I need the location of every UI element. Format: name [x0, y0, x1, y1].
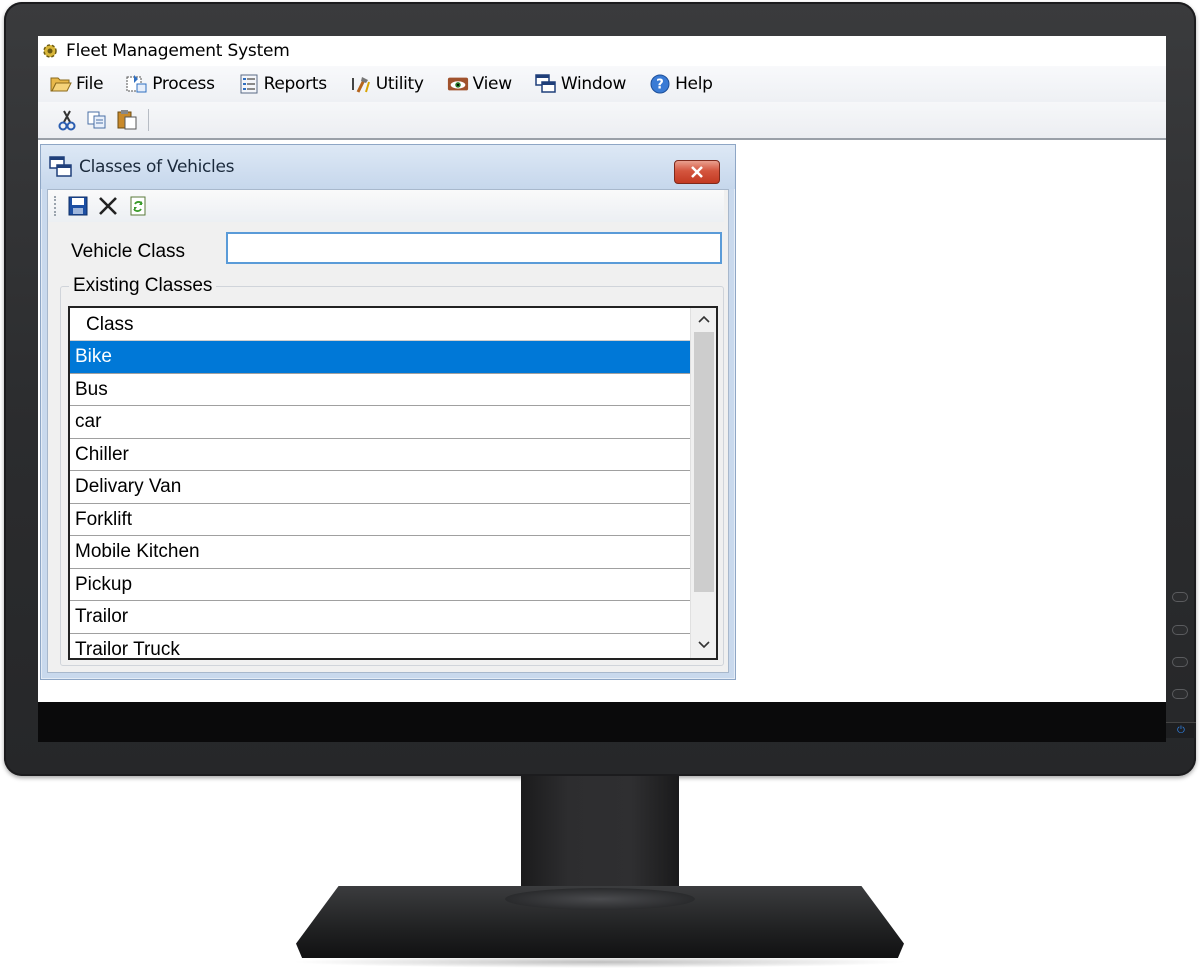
table-row[interactable]: Pickup [70, 569, 690, 601]
column-header-class[interactable]: Class [70, 308, 690, 341]
table-row[interactable]: Chiller [70, 439, 690, 471]
grid-rows: Bike Bus car Chiller Delivary Van Forkli… [70, 341, 690, 659]
scroll-thumb[interactable] [694, 332, 714, 592]
app-gear-icon [41, 42, 59, 60]
refresh-icon[interactable] [123, 193, 153, 219]
toolbar-grip [54, 196, 57, 216]
window-icon [49, 155, 73, 179]
table-row[interactable]: Bike [70, 341, 690, 374]
menu-process[interactable]: Process [126, 69, 215, 99]
vehicle-class-input[interactable] [226, 232, 722, 264]
menu-window[interactable]: Window [535, 69, 626, 99]
table-row[interactable]: Bus [70, 374, 690, 406]
save-icon[interactable] [63, 193, 93, 219]
help-icon: ? [649, 74, 671, 94]
app-title: Fleet Management System [66, 41, 290, 61]
monitor-stand-joint [505, 888, 695, 910]
app-titlebar: Fleet Management System [38, 36, 1166, 66]
menu-reports[interactable]: Reports [238, 69, 327, 99]
reports-icon [238, 74, 260, 94]
paste-icon[interactable] [112, 106, 142, 134]
classes-grid: Class Bike Bus car Chiller Delivary Van … [68, 306, 718, 660]
close-button[interactable] [674, 160, 720, 184]
scroll-up-icon[interactable] [691, 308, 716, 330]
monitor-button [1172, 689, 1188, 699]
vertical-scrollbar[interactable] [690, 308, 716, 658]
toolbar-separator [148, 109, 149, 131]
table-row[interactable]: Trailor [70, 601, 690, 634]
svg-text:?: ? [656, 78, 664, 93]
child-window-titlebar[interactable]: Classes of Vehicles [41, 145, 735, 189]
process-icon [126, 74, 148, 94]
view-eye-icon [447, 74, 469, 94]
menu-help[interactable]: ? Help [649, 69, 713, 99]
main-toolbar [38, 102, 1166, 140]
table-row[interactable]: Trailor Truck [70, 634, 690, 659]
monitor-button [1172, 657, 1188, 667]
screen: Fleet Management System File Process Rep… [38, 36, 1166, 702]
child-window-title: Classes of Vehicles [79, 157, 235, 177]
menu-utility[interactable]: Utility [350, 69, 424, 99]
cut-icon[interactable] [52, 106, 82, 134]
child-window-body: Vehicle Class Existing Classes Class Bik… [47, 189, 729, 673]
table-row[interactable]: Forklift [70, 504, 690, 536]
classes-of-vehicles-window: Classes of Vehicles Vehicle Class Existi… [40, 144, 736, 680]
monitor-button [1172, 625, 1188, 635]
delete-icon[interactable] [93, 193, 123, 219]
monitor-button [1172, 592, 1188, 602]
existing-classes-title: Existing Classes [69, 275, 217, 297]
table-row[interactable]: car [70, 406, 690, 439]
folder-open-icon [50, 74, 72, 94]
vehicle-class-label: Vehicle Class [71, 241, 186, 262]
scroll-down-icon[interactable] [691, 634, 716, 656]
child-toolbar [48, 190, 724, 222]
close-icon [691, 166, 703, 178]
menu-view[interactable]: View [447, 69, 512, 99]
window-icon [535, 74, 557, 94]
table-row[interactable]: Mobile Kitchen [70, 536, 690, 569]
monitor-chin [38, 702, 1166, 742]
menu-file[interactable]: File [50, 69, 104, 99]
table-row[interactable]: Delivary Van [70, 471, 690, 504]
power-icon: ⏻ [1166, 722, 1196, 738]
tools-icon [350, 74, 372, 94]
copy-icon[interactable] [82, 106, 112, 134]
menubar: File Process Reports Utility View Window… [38, 66, 1166, 102]
